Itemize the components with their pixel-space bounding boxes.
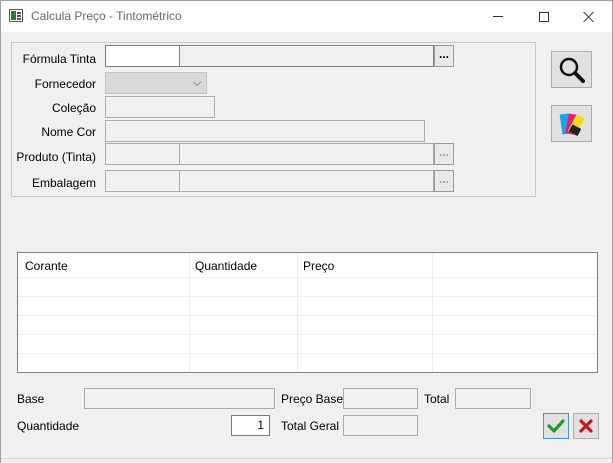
column-header-preco[interactable]: Preço — [298, 253, 433, 277]
maximize-button[interactable] — [521, 1, 567, 32]
nome-cor-field — [105, 120, 425, 142]
cancel-icon — [579, 419, 593, 433]
colecao-label: Coleção — [51, 101, 96, 115]
main-window: Calcula Preço - Tintométrico Fórmula Tin… — [0, 0, 613, 463]
chevron-down-icon — [192, 77, 202, 87]
total-label: Total — [424, 392, 450, 406]
corantes-grid[interactable]: Corante Quantidade Preço — [17, 252, 598, 373]
column-header-label: Preço — [303, 259, 335, 273]
search-button[interactable] — [551, 51, 592, 88]
base-label: Base — [17, 392, 45, 406]
preco-base-field — [343, 388, 418, 409]
window-bottom-edge — [1, 458, 612, 463]
colecao-field — [105, 96, 215, 118]
table-row[interactable] — [18, 354, 597, 372]
embalagem-lookup-button[interactable]: ... — [434, 170, 454, 192]
produto-tinta-label: Produto (Tinta) — [16, 150, 96, 164]
close-button[interactable] — [566, 1, 612, 32]
base-field — [84, 388, 275, 409]
table-row[interactable] — [18, 278, 597, 297]
column-header-corante[interactable]: Corante — [18, 253, 190, 277]
produto-description-field — [179, 143, 434, 165]
total-geral-label: Total Geral — [281, 419, 340, 433]
preco-base-label: Preço Base — [281, 392, 344, 406]
embalagem-label: Embalagem — [31, 176, 96, 190]
column-header-label: Corante — [25, 259, 68, 273]
maximize-icon — [539, 11, 549, 22]
table-row[interactable] — [18, 335, 597, 354]
grid-header: Corante Quantidade Preço — [18, 253, 597, 278]
magnifier-icon — [559, 57, 585, 83]
form-icon — [9, 9, 23, 22]
total-field — [455, 388, 531, 409]
title-bar: Calcula Preço - Tintométrico — [1, 1, 612, 32]
confirm-button[interactable] — [543, 413, 569, 439]
minimize-icon — [493, 16, 503, 17]
fornecedor-label: Fornecedor — [34, 77, 96, 91]
produto-code-field — [105, 143, 180, 165]
close-icon — [583, 11, 595, 23]
produto-lookup-button[interactable]: ... — [434, 143, 454, 165]
formula-tinta-description-field — [179, 45, 434, 67]
cancel-button[interactable] — [573, 413, 599, 439]
formula-tinta-code-input[interactable] — [105, 45, 180, 67]
color-palette-icon — [559, 112, 585, 136]
check-icon — [547, 419, 565, 433]
column-header-quantidade[interactable]: Quantidade — [190, 253, 298, 277]
formula-tinta-label: Fórmula Tinta — [22, 52, 96, 66]
filter-panel: Fórmula Tinta ... Fornecedor Coleção Nom… — [11, 42, 536, 197]
table-row[interactable] — [18, 297, 597, 316]
window-title: Calcula Preço - Tintométrico — [31, 9, 182, 23]
quantidade-input[interactable]: 1 — [231, 415, 270, 436]
fornecedor-select[interactable] — [105, 72, 207, 94]
formula-tinta-lookup-button[interactable]: ... — [434, 45, 454, 67]
column-header-label: Quantidade — [195, 259, 258, 273]
color-chart-button[interactable] — [551, 105, 592, 142]
minimize-button[interactable] — [475, 1, 521, 32]
embalagem-description-field — [179, 170, 434, 192]
quantidade-label: Quantidade — [17, 419, 80, 433]
embalagem-code-field — [105, 170, 180, 192]
table-row[interactable] — [18, 316, 597, 335]
total-geral-field — [343, 415, 418, 436]
nome-cor-label: Nome Cor — [41, 125, 96, 139]
